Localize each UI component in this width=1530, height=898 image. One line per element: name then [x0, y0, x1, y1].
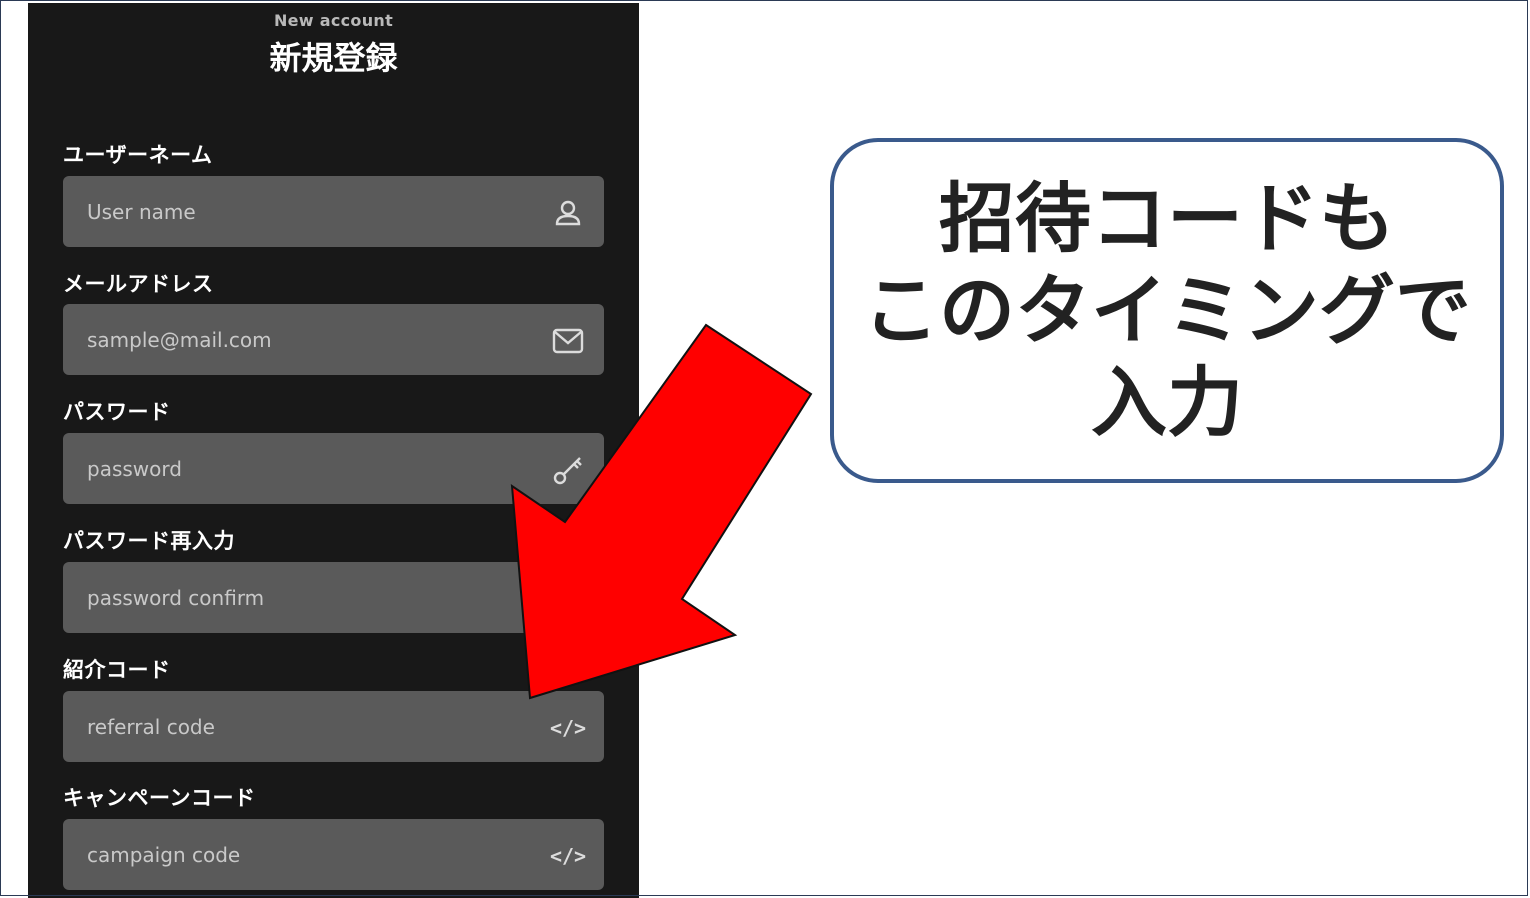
email-input[interactable]: [87, 304, 517, 375]
envelope-icon: [552, 325, 584, 357]
password-label: パスワード: [63, 400, 171, 424]
password-confirm-field-container: [63, 562, 604, 633]
username-input[interactable]: [87, 176, 517, 247]
page-title: 新規登録: [269, 39, 398, 77]
referral-code-input[interactable]: [87, 691, 517, 762]
campaign-code-field-container: </>: [63, 819, 604, 890]
annotation-callout: 招待コードも このタイミングで 入力: [830, 138, 1504, 483]
callout-line-3: 入力: [1091, 357, 1243, 447]
campaign-code-input[interactable]: [87, 819, 517, 890]
referral-code-label: 紹介コード: [63, 658, 171, 682]
key-icon: [552, 583, 584, 615]
callout-line-2: このタイミングで: [863, 265, 1471, 355]
username-label: ユーザーネーム: [63, 143, 213, 167]
callout-line-1: 招待コードも: [939, 173, 1395, 263]
signup-panel: New account 新規登録 ユーザーネーム メールアドレス パスワード: [28, 3, 639, 898]
email-field-container: [63, 304, 604, 375]
left-margin: [1, 1, 27, 897]
email-label: メールアドレス: [63, 272, 214, 296]
key-icon: [552, 454, 584, 486]
password-field-container: [63, 433, 604, 504]
password-confirm-label: パスワード再入力: [63, 529, 235, 553]
referral-code-field-container: </>: [63, 691, 604, 762]
panel-subtitle: New account: [273, 11, 394, 30]
code-icon: </>: [549, 844, 587, 868]
user-icon: [552, 197, 584, 229]
password-input[interactable]: [87, 433, 517, 504]
campaign-code-label: キャンペーンコード: [63, 786, 256, 810]
password-confirm-input[interactable]: [87, 562, 517, 633]
code-icon: </>: [549, 716, 587, 740]
username-field-container: [63, 176, 604, 247]
